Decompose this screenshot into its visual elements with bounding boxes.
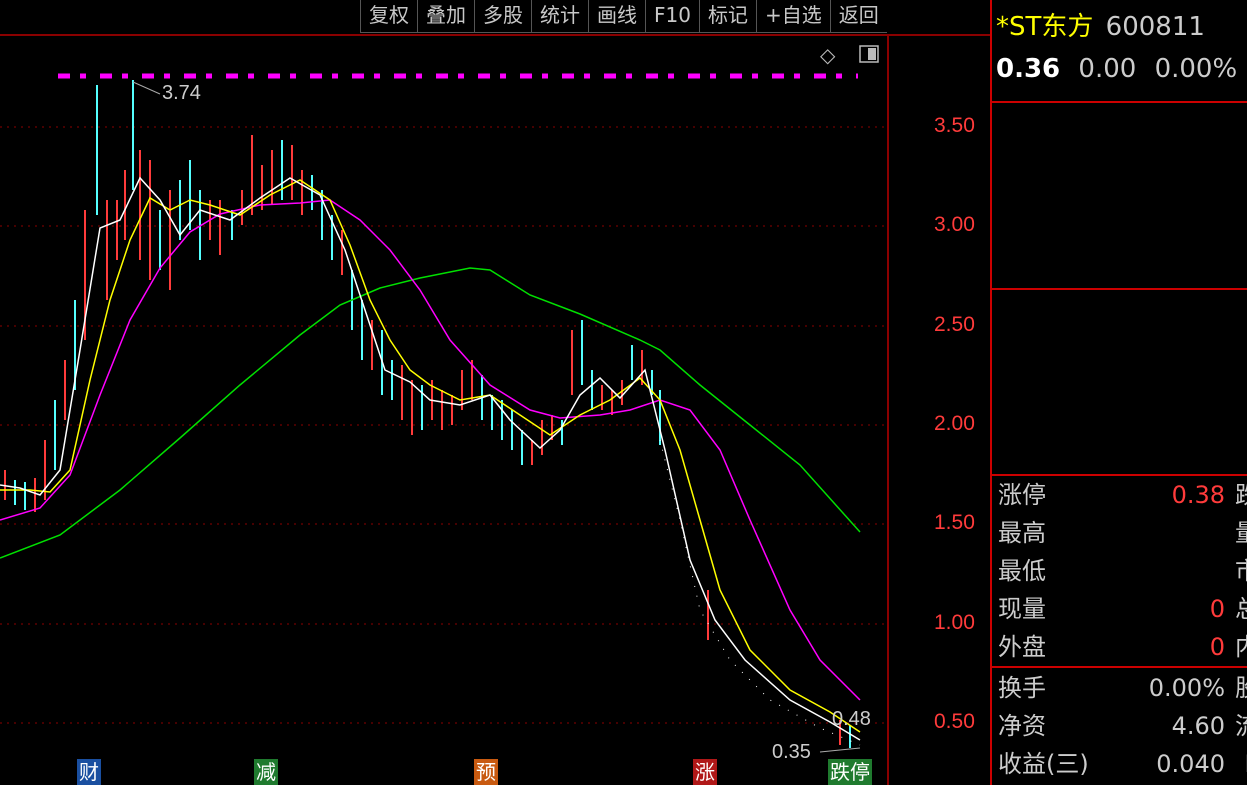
quote-panel: *ST东方 600811 0.36 0.00 0.00% 涨停0.38跌最高量最… bbox=[990, 0, 1247, 785]
stock-name: *ST东方 bbox=[996, 12, 1094, 42]
event-marker-reduce[interactable]: 减 bbox=[254, 759, 278, 785]
event-marker-financial[interactable]: 财 bbox=[77, 759, 101, 785]
quote-label: 净资 bbox=[998, 712, 1046, 740]
current-price: 0.36 bbox=[996, 54, 1061, 84]
statistics-button[interactable]: 统计 bbox=[531, 0, 588, 33]
kline-chart-area[interactable]: ◇ 3.74 0.35 0.48 3.50 3.00 2.50 2.00 1.5… bbox=[0, 0, 990, 785]
ma10-line bbox=[0, 179, 861, 733]
quote-suffix: 量 bbox=[1235, 514, 1247, 552]
top-toolbar: 复权 叠加 多股 统计 画线 F10 标记 +自选 返回 bbox=[360, 0, 887, 34]
quote-label: 收益(三) bbox=[998, 750, 1089, 778]
multi-stock-button[interactable]: 多股 bbox=[474, 0, 531, 33]
add-watchlist-button[interactable]: +自选 bbox=[755, 0, 830, 33]
quote-suffix: 市 bbox=[1235, 552, 1247, 590]
overlay-button[interactable]: 叠加 bbox=[417, 0, 474, 33]
quote-value: 0.040 bbox=[1156, 750, 1225, 778]
quote-value: 0 bbox=[1209, 633, 1225, 661]
quote-row: 外盘 0内 bbox=[998, 628, 1247, 666]
event-marker-limit-down[interactable]: 跌停 bbox=[828, 759, 872, 785]
restore-rights-button[interactable]: 复权 bbox=[360, 0, 417, 33]
ma5-line bbox=[0, 176, 861, 741]
quote-row: 收益(三)0.040P bbox=[998, 745, 1247, 783]
quote-value: 0.38 bbox=[1171, 481, 1225, 509]
quote-value: 0.00% bbox=[1148, 674, 1225, 702]
yaxis-tick-100: 1.00 bbox=[934, 611, 975, 634]
quote-label: 外盘 bbox=[998, 633, 1046, 661]
quote-row: 换手 0.00% 股 bbox=[998, 669, 1247, 707]
panel-divider-4 bbox=[992, 666, 1247, 668]
quote-label: 换手 bbox=[998, 674, 1046, 702]
stock-code: 600811 bbox=[1105, 12, 1205, 42]
low-arrow bbox=[819, 747, 861, 753]
quote-row: 涨停 0.38 跌 bbox=[998, 476, 1247, 514]
quote-row: 净资 4.60 流 bbox=[998, 707, 1247, 745]
event-marker-forecast[interactable]: 预 bbox=[474, 759, 498, 785]
quote-label: 涨停 bbox=[998, 481, 1046, 509]
yaxis-tick-350: 3.50 bbox=[934, 114, 975, 137]
candles-group bbox=[4, 80, 851, 748]
draw-line-button[interactable]: 画线 bbox=[588, 0, 645, 33]
stock-header: *ST东方 600811 bbox=[996, 6, 1205, 43]
panel-divider-2 bbox=[992, 288, 1247, 290]
quote-row: 最低 市 bbox=[998, 552, 1247, 590]
yaxis-tick-250: 2.50 bbox=[934, 313, 975, 336]
quote-row: 最高 量 bbox=[998, 514, 1247, 552]
quote-label: 现量 bbox=[998, 595, 1046, 623]
f10-button[interactable]: F10 bbox=[645, 0, 699, 33]
grid-lines bbox=[0, 126, 888, 724]
price-row: 0.36 0.00 0.00% bbox=[996, 54, 1237, 84]
quote-label: 最高 bbox=[998, 519, 1046, 547]
low-price-label: 0.35 bbox=[772, 741, 811, 763]
quote-suffix: 流 bbox=[1235, 707, 1247, 745]
mark-button[interactable]: 标记 bbox=[698, 0, 756, 33]
price-change: 0.00 bbox=[1078, 54, 1137, 84]
yaxis-tick-150: 1.50 bbox=[934, 511, 975, 534]
high-arrow bbox=[132, 81, 161, 95]
back-button[interactable]: 返回 bbox=[829, 0, 887, 33]
yaxis-tick-200: 2.00 bbox=[934, 412, 975, 435]
quote-suffix: 跌 bbox=[1235, 476, 1247, 514]
price-change-pct: 0.00% bbox=[1154, 54, 1238, 84]
kline-chart-svg[interactable]: ◇ bbox=[0, 0, 990, 785]
ma60-line bbox=[0, 267, 861, 559]
quote-label: 最低 bbox=[998, 557, 1046, 585]
quote-value: 0 bbox=[1209, 595, 1225, 623]
quote-suffix: 股 bbox=[1235, 669, 1247, 707]
event-marker-limit-up[interactable]: 涨 bbox=[693, 759, 717, 785]
yaxis-tick-050: 0.50 bbox=[934, 710, 975, 733]
quote-suffix: 总 bbox=[1235, 590, 1247, 628]
panel-divider-1 bbox=[992, 101, 1247, 103]
last-price-label: 0.48 bbox=[832, 708, 871, 730]
quote-suffix: 内 bbox=[1235, 628, 1247, 666]
high-price-label: 3.74 bbox=[162, 82, 201, 104]
diamond-icon[interactable]: ◇ bbox=[820, 43, 836, 67]
quote-value: 4.60 bbox=[1171, 712, 1225, 740]
panel-toggle-icon-fill bbox=[868, 48, 876, 60]
quote-row: 现量 0总 bbox=[998, 590, 1247, 628]
ma20-line bbox=[0, 199, 861, 701]
yaxis-tick-300: 3.00 bbox=[934, 213, 975, 236]
